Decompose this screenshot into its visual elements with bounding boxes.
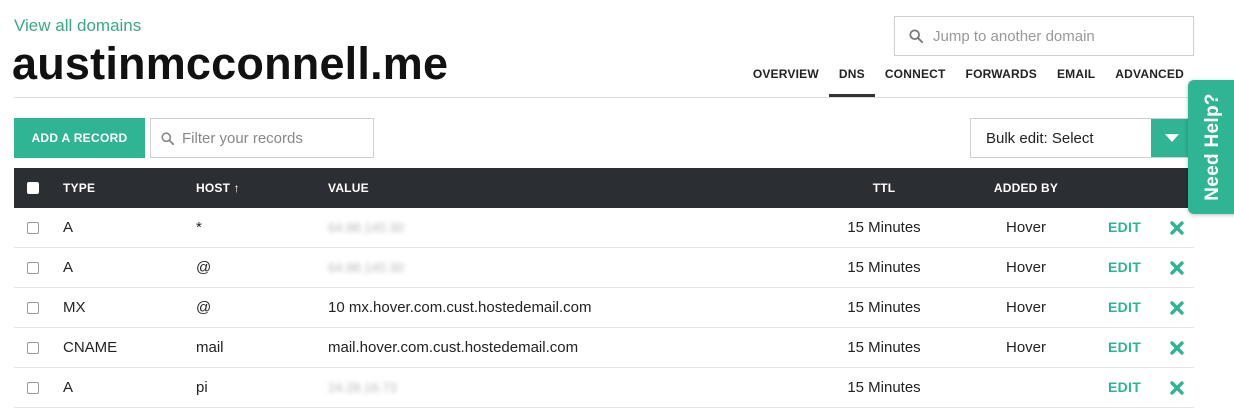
tab-email[interactable]: EMAIL [1047,67,1105,97]
row-checkbox[interactable] [27,261,39,274]
record-type: A [63,219,74,236]
need-help-tab[interactable]: Need Help? [1188,80,1234,214]
row-checkbox[interactable] [27,381,39,394]
need-help-label: Need Help? [1202,93,1223,201]
edit-record-link[interactable]: EDIT [1108,219,1141,235]
record-type: MX [63,299,86,316]
record-type: A [63,379,74,396]
record-host: @ [196,259,212,276]
table-body: A * 64.98.145.30 15 Minutes Hover EDIT A @64.98… [14,208,1194,408]
record-added-by: Hover [1005,299,1046,316]
table-row: MX @10 mx.hover.com.cust.hostedemail.com 1… [14,288,1194,328]
record-ttl: 15 Minutes [847,259,921,276]
record-value: 24.28.16.73 [328,380,397,395]
table-row: A * 64.98.145.30 15 Minutes Hover EDIT [14,208,1194,248]
tab-overview[interactable]: OVERVIEW [743,67,829,97]
delete-x-icon[interactable] [1170,220,1184,235]
delete-x-icon[interactable] [1170,380,1184,395]
record-value: mail.hover.com.cust.hostedemail.com [328,339,579,356]
record-host: @ [196,299,212,316]
record-ttl: 15 Minutes [847,299,921,316]
delete-x-icon[interactable] [1170,260,1184,275]
record-host: pi [196,379,208,396]
record-added-by: Hover [1005,339,1046,356]
record-ttl: 15 Minutes [847,379,921,396]
select-all-checkbox[interactable] [27,182,39,194]
record-value: 64.98.145.30 [328,220,404,235]
delete-x-icon[interactable] [1170,340,1184,355]
bulk-edit-dropdown-button[interactable] [1151,119,1193,157]
domain-title: austinmcconnell.me [12,38,449,89]
column-header-ttl: TTL [872,181,896,195]
table-row: A @64.98.145.30 15 Minutes Hover EDIT [14,248,1194,288]
add-record-button[interactable]: ADD A RECORD [14,118,145,158]
domain-tabs: OVERVIEW DNS CONNECT FORWARDS EMAIL ADVANCED [743,67,1194,97]
dns-records-table: TYPE HOST ↑ VALUE TTL ADDED BY A * 64.98.1… [14,168,1194,408]
jump-to-domain-search[interactable] [894,16,1194,56]
column-header-added-by: ADDED BY [993,181,1059,195]
edit-record-link[interactable]: EDIT [1108,379,1141,395]
view-all-domains-link[interactable]: View all domains [14,16,141,36]
jump-to-domain-input[interactable] [933,27,1183,45]
record-type: A [63,259,74,276]
record-value: 64.98.145.30 [328,260,404,275]
filter-records-input[interactable] [182,129,372,147]
search-icon [909,29,923,43]
row-checkbox[interactable] [27,341,39,354]
tab-forwards[interactable]: FORWARDS [956,67,1047,97]
edit-record-link[interactable]: EDIT [1108,299,1141,315]
tab-advanced[interactable]: ADVANCED [1105,67,1194,97]
record-added-by: Hover [1005,259,1046,276]
edit-record-link[interactable]: EDIT [1108,259,1141,275]
edit-record-link[interactable]: EDIT [1108,339,1141,355]
record-ttl: 15 Minutes [847,339,921,356]
column-header-type: TYPE [63,181,96,195]
tab-dns[interactable]: DNS [828,67,875,97]
delete-x-icon[interactable] [1170,300,1184,315]
record-host: mail [196,339,224,356]
bulk-edit-select[interactable]: Bulk edit: Select [970,118,1194,158]
row-checkbox[interactable] [27,301,39,314]
bulk-edit-label: Bulk edit: Select [986,129,1094,147]
row-checkbox[interactable] [27,221,39,234]
header-divider [14,97,1194,98]
caret-down-icon [1165,133,1179,142]
record-value: 10 mx.hover.com.cust.hostedemail.com [328,299,592,316]
column-header-host[interactable]: HOST ↑ [196,181,328,195]
table-header: TYPE HOST ↑ VALUE TTL ADDED BY [14,168,1194,208]
filter-records-box[interactable] [150,118,374,158]
record-ttl: 15 Minutes [847,219,921,236]
record-host: * [196,219,202,236]
record-type: CNAME [63,339,118,356]
column-header-value: VALUE [328,181,369,195]
record-added-by: Hover [1005,219,1046,236]
table-row: Api 24.28.16.73 15 Minutes EDIT [14,368,1194,408]
tab-connect[interactable]: CONNECT [875,67,956,97]
search-icon [161,131,174,145]
table-row: CNAME mail mail.hover.com.cust.hostedemail… [14,328,1194,368]
